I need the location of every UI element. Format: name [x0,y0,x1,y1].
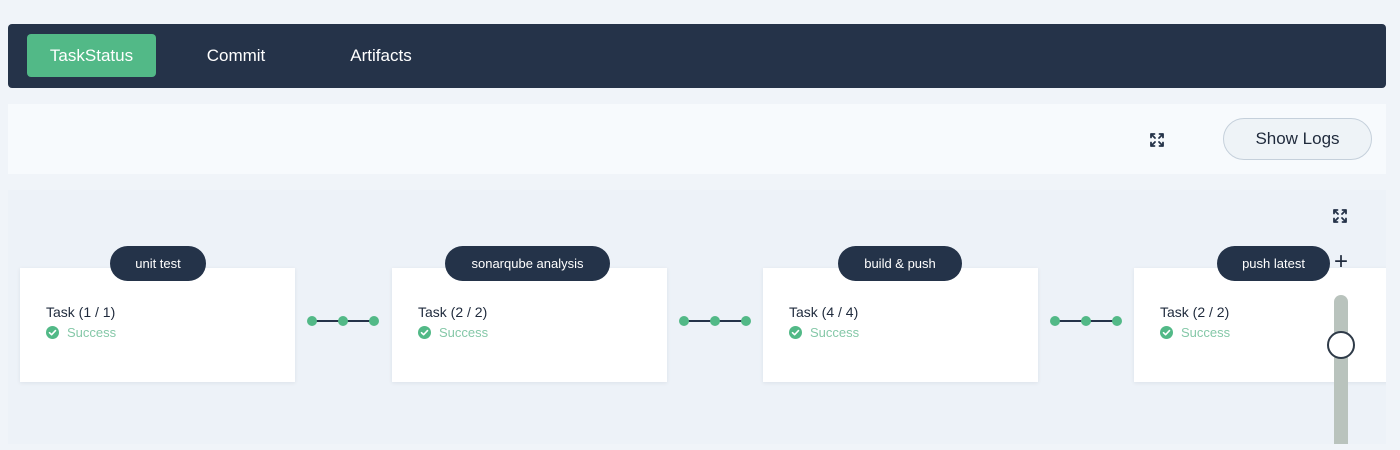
status: Success [418,325,488,340]
status-label: Success [67,325,117,340]
tab-artifacts[interactable]: Artifacts [334,34,428,77]
expand-icon[interactable] [1149,132,1165,153]
show-logs-button[interactable]: Show Logs [1223,118,1372,160]
success-check-icon [418,326,431,339]
task-count: Task (1 / 1) [46,304,116,320]
stage-card[interactable]: Task (4 / 4) Success [763,268,1038,382]
stage-name-pill: build & push [838,246,962,281]
stage-name-pill: sonarqube analysis [445,246,610,281]
zoom-slider-track[interactable] [1334,295,1348,444]
stage-card[interactable]: Task (1 / 1) Success [20,268,295,382]
task-count: Task (2 / 2) [1160,304,1230,320]
status: Success [789,325,859,340]
stage-connector [1050,316,1122,326]
status-label: Success [1181,325,1231,340]
status-label: Success [810,325,860,340]
zoom-slider-handle[interactable] [1327,331,1355,359]
success-check-icon [1160,326,1173,339]
stage-connector [307,316,379,326]
stage-name-pill: unit test [110,246,206,281]
status-label: Success [439,325,489,340]
top-navigation: TaskStatus Commit Artifacts [8,24,1386,88]
success-check-icon [789,326,802,339]
toolbar: Show Logs [8,104,1386,174]
status: Success [1160,325,1230,340]
stage-name-pill: push latest [1217,246,1330,281]
stage-card[interactable]: Task (2 / 2) Success [1134,268,1386,382]
stage-card[interactable]: Task (2 / 2) Success [392,268,667,382]
tab-taskstatus[interactable]: TaskStatus [27,34,156,77]
status: Success [46,325,116,340]
stage-connector [679,316,751,326]
pipeline-canvas[interactable]: Task (1 / 1) Success unit test Task (2 /… [8,190,1386,444]
tab-commit[interactable]: Commit [190,34,282,77]
task-count: Task (4 / 4) [789,304,859,320]
zoom-in-button[interactable]: + [1330,250,1352,274]
success-check-icon [46,326,59,339]
task-count: Task (2 / 2) [418,304,488,320]
fit-view-icon[interactable] [1332,208,1348,229]
